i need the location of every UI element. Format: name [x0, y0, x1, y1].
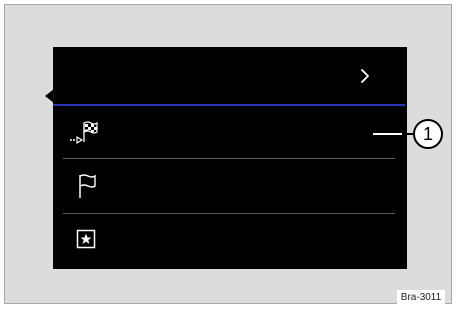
- flag-outline-icon: [77, 173, 97, 199]
- callout-number: 1: [413, 119, 443, 149]
- destination-flag-checkered-icon: [69, 119, 99, 145]
- header-divider: [53, 104, 405, 106]
- list-item-flag[interactable]: [53, 159, 405, 213]
- star-box-icon: [76, 229, 96, 249]
- chevron-right-icon[interactable]: [357, 66, 373, 86]
- list-item-destination[interactable]: [53, 107, 405, 157]
- list-item-favorite[interactable]: [53, 214, 405, 264]
- figure-reference-code: Bra-3011: [397, 290, 445, 304]
